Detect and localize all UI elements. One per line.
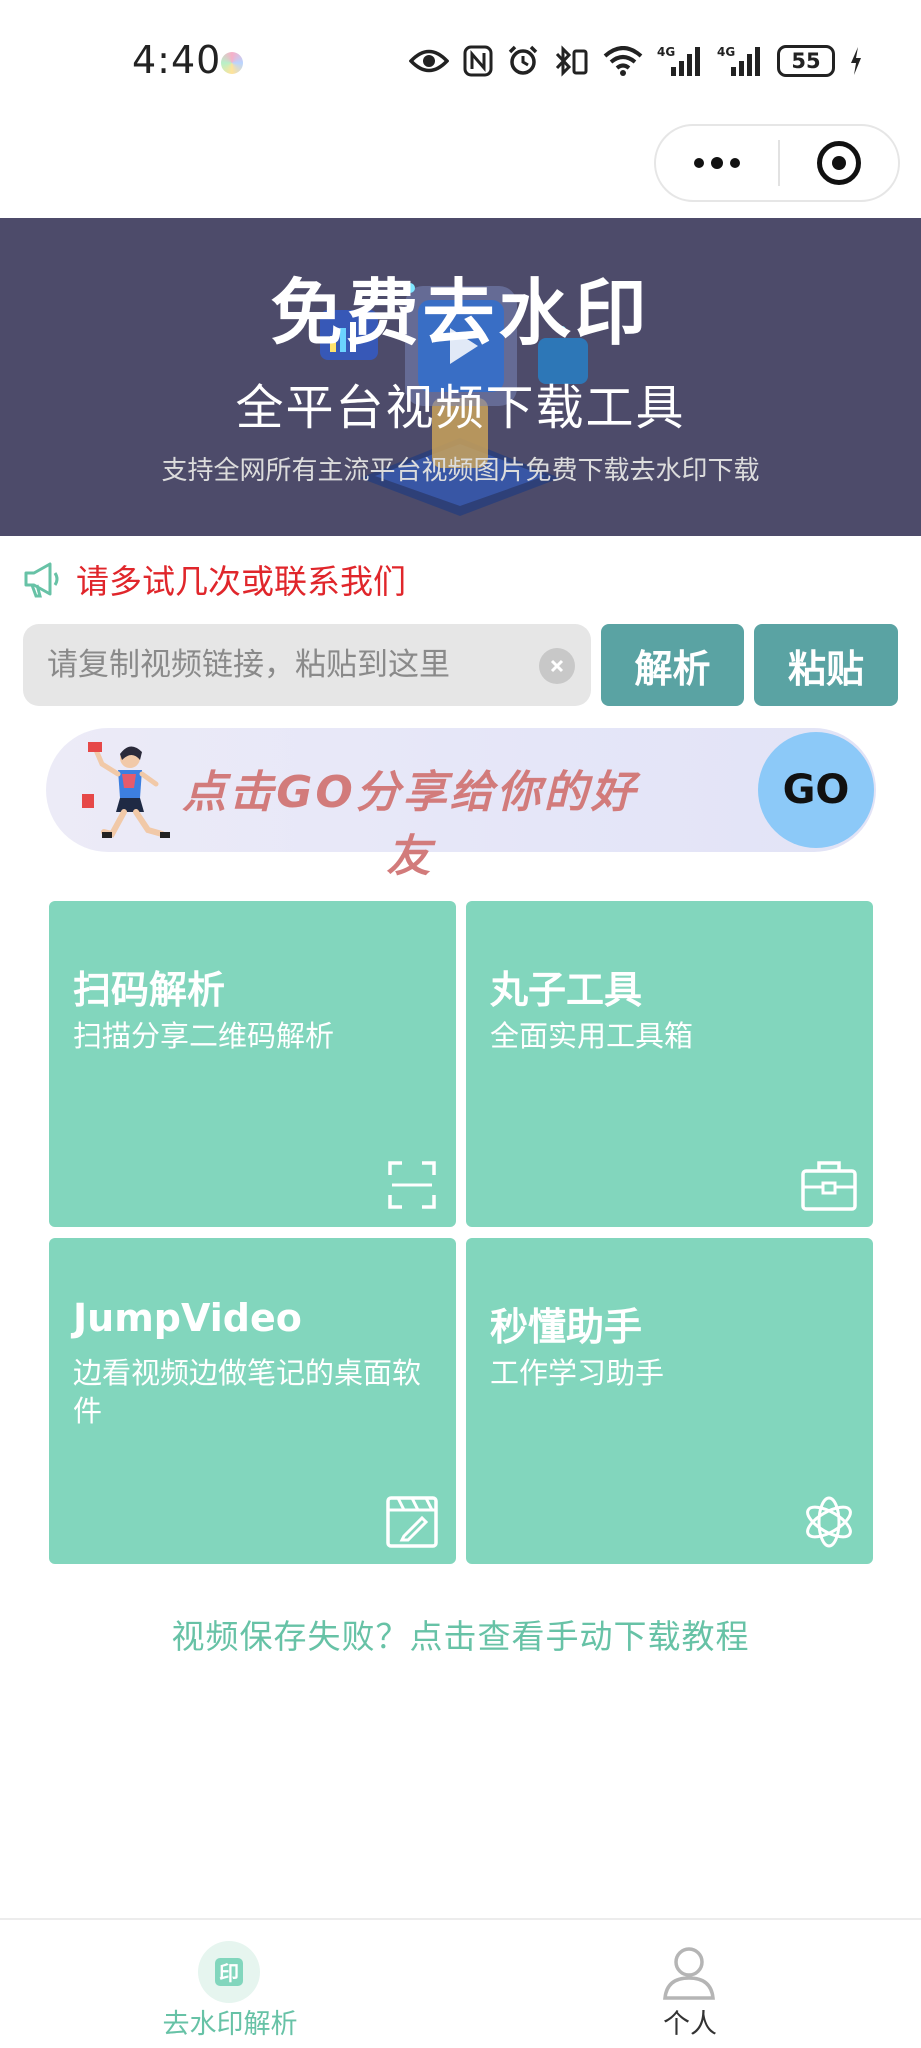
status-time: 4:40 xyxy=(132,38,222,82)
person-icon xyxy=(663,1947,715,2000)
link-input-box xyxy=(23,624,591,706)
banner-subtitle: 全平台视频下载工具 xyxy=(235,380,686,436)
signal-icon: 4G xyxy=(657,44,703,78)
eye-icon xyxy=(409,44,449,78)
wifi-icon xyxy=(603,44,643,78)
card-title: 扫码解析 xyxy=(73,968,226,1012)
download-tutorial-link[interactable]: 视频保存失败？点击查看手动下载教程 xyxy=(0,1610,921,1658)
card-scan-parse[interactable]: 扫码解析 扫描分享二维码解析 xyxy=(49,901,456,1227)
megaphone-icon xyxy=(24,562,59,598)
tab-label: 个人 xyxy=(663,2009,717,2040)
banner-title: 免费去水印 xyxy=(270,271,651,355)
charging-icon xyxy=(849,44,863,78)
battery-icon: 55 xyxy=(777,44,835,78)
network-label-2: 4G xyxy=(717,45,735,59)
parse-button[interactable]: 解析 xyxy=(601,624,744,706)
card-title: 秒懂助手 xyxy=(490,1305,643,1349)
toolbox-icon xyxy=(801,1161,857,1211)
alarm-icon xyxy=(507,44,539,78)
bottom-tab-bar: 印 去水印解析 个人 xyxy=(0,1918,921,2048)
card-title: 丸子工具 xyxy=(490,968,643,1012)
card-title: JumpVideo xyxy=(73,1296,302,1340)
status-icons: 4G 4G 55 xyxy=(409,40,863,82)
bluetooth-icon xyxy=(553,44,589,78)
mini-program-capsule xyxy=(654,124,900,202)
clear-icon[interactable] xyxy=(539,648,575,684)
hero-banner: 免费去水印 全平台视频下载工具 支持全网所有主流平台视频图片免费下载去水印下载 xyxy=(0,218,921,536)
card-jumpvideo[interactable]: JumpVideo 边看视频边做笔记的桌面软件 xyxy=(49,1238,456,1564)
clapper-icon xyxy=(386,1496,438,1548)
notice-bar[interactable]: 请多试几次或联系我们 xyxy=(22,556,406,602)
status-bar: 4:40 4G 4G 55 xyxy=(0,0,921,120)
share-banner[interactable]: 点击GO分享给你的好友 GO xyxy=(46,728,876,882)
card-desc: 全面实用工具箱 xyxy=(490,1019,694,1053)
svg-text:印: 印 xyxy=(219,1961,239,1985)
runner-illustration xyxy=(82,742,170,838)
tab-watermark-parse[interactable]: 印 去水印解析 xyxy=(0,1920,460,2048)
share-text: 点击GO分享给你的好友 xyxy=(182,767,638,882)
link-input[interactable] xyxy=(47,624,527,706)
scan-icon xyxy=(388,1161,436,1209)
card-desc: 工作学习助手 xyxy=(490,1356,665,1390)
app-indicator-icon xyxy=(221,52,243,74)
network-label-1: 4G xyxy=(657,45,675,59)
ai-knot-icon xyxy=(806,1496,852,1548)
target-close-icon[interactable] xyxy=(780,126,898,200)
tab-label: 去水印解析 xyxy=(162,2009,298,2040)
card-desc: 边看视频边做笔记的桌面软件 xyxy=(73,1356,422,1428)
card-desc: 扫描分享二维码解析 xyxy=(73,1019,335,1053)
go-button[interactable]: GO xyxy=(758,732,874,848)
nfc-icon xyxy=(463,44,493,78)
battery-level: 55 xyxy=(777,45,835,77)
page: 4:40 4G 4G 55 免费去水印 全平台视频下载工具 支持全网所有主流平台… xyxy=(0,0,921,2048)
more-dots-icon[interactable] xyxy=(656,126,778,200)
watermark-icon: 印 xyxy=(198,1941,260,2003)
banner-description: 支持全网所有主流平台视频图片免费下载去水印下载 xyxy=(161,456,760,486)
notice-text: 请多试几次或联系我们 xyxy=(76,562,406,601)
tab-profile[interactable]: 个人 xyxy=(460,1920,920,2048)
signal-icon: 4G xyxy=(717,44,763,78)
card-wanzi-tools[interactable]: 丸子工具 全面实用工具箱 xyxy=(466,901,873,1227)
card-miaodong-assistant[interactable]: 秒懂助手 工作学习助手 xyxy=(466,1238,873,1564)
paste-button[interactable]: 粘贴 xyxy=(754,624,898,706)
